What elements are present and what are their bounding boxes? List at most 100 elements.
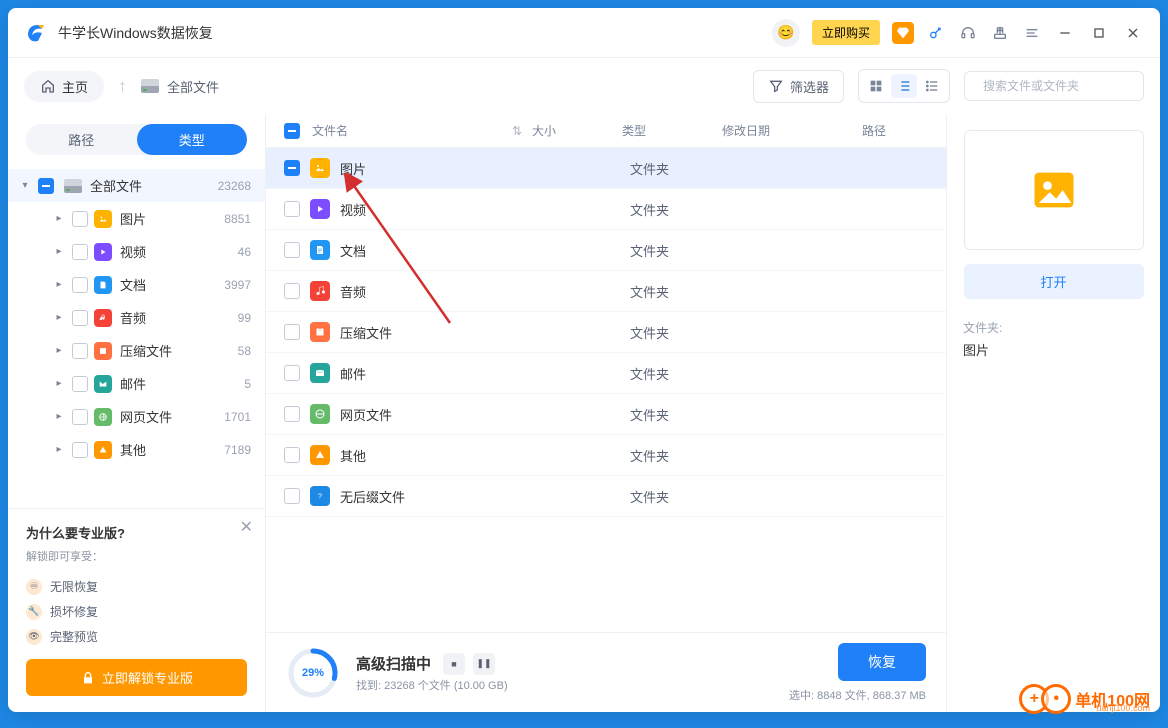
selection-summary: 选中: 8848 文件, 868.37 MB: [789, 687, 926, 703]
col-date[interactable]: 修改日期: [722, 122, 862, 139]
checkbox[interactable]: [284, 488, 300, 504]
checkbox[interactable]: [284, 201, 300, 217]
search-box[interactable]: [964, 71, 1144, 101]
audio-icon: [310, 281, 330, 301]
checkbox[interactable]: [284, 242, 300, 258]
scan-status-sub: 找到: 23268 个文件 (10.00 GB): [356, 677, 508, 693]
up-button[interactable]: ↑: [118, 76, 127, 97]
scan-footer: 29% 高级扫描中 ■ ❚❚ 找到: 23268 个文件 (10.00 GB) …: [266, 632, 946, 712]
tree-item-audio[interactable]: ▸音频99: [8, 301, 265, 334]
table-row[interactable]: 视频文件夹: [266, 189, 946, 230]
preview-meta-label: 文件夹:: [963, 319, 1002, 336]
share-icon[interactable]: [990, 23, 1010, 43]
checkbox[interactable]: [284, 447, 300, 463]
view-detail-button[interactable]: [919, 74, 945, 98]
audio-icon: [94, 309, 112, 327]
promo-close-button[interactable]: ✕: [240, 517, 253, 537]
tree-item-other[interactable]: ▸其他7189: [8, 433, 265, 466]
table-row[interactable]: 邮件文件夹: [266, 353, 946, 394]
maximize-button[interactable]: [1088, 22, 1110, 44]
col-name[interactable]: 文件名: [312, 122, 348, 139]
titlebar: 牛学长Windows数据恢复 😊 立即购买: [8, 8, 1160, 58]
table-row[interactable]: 音频文件夹: [266, 271, 946, 312]
tree-item-video[interactable]: ▸视频46: [8, 235, 265, 268]
scan-status-title: 高级扫描中: [356, 653, 431, 674]
checkbox[interactable]: [38, 178, 54, 194]
table-row[interactable]: 压缩文件文件夹: [266, 312, 946, 353]
menu-icon[interactable]: [1022, 23, 1042, 43]
recover-button[interactable]: 恢复: [838, 643, 926, 681]
tree-item-document[interactable]: ▸文档3997: [8, 268, 265, 301]
col-type[interactable]: 类型: [622, 122, 722, 139]
select-all-checkbox[interactable]: [284, 123, 300, 139]
caret-down-icon[interactable]: ▾: [18, 180, 32, 191]
svg-text:?: ?: [318, 494, 322, 501]
checkbox[interactable]: [72, 376, 88, 392]
assistant-icon[interactable]: 😊: [772, 19, 800, 47]
tree-item-archive[interactable]: ▸压缩文件58: [8, 334, 265, 367]
table-row[interactable]: 文档文件夹: [266, 230, 946, 271]
checkbox[interactable]: [72, 277, 88, 293]
scan-stop-button[interactable]: ■: [443, 653, 465, 675]
unknown-icon: ?: [310, 486, 330, 506]
key-icon[interactable]: [926, 23, 946, 43]
tree-root-all-files[interactable]: ▾ 全部文件 23268: [8, 169, 265, 202]
image-icon: [310, 158, 330, 178]
filter-button[interactable]: 筛选器: [753, 70, 844, 103]
view-grid-button[interactable]: [863, 74, 889, 98]
open-button[interactable]: 打开: [964, 264, 1144, 299]
image-icon: [94, 210, 112, 228]
sidebar: 路径 类型 ▾ 全部文件 23268 ▸图片8851 ▸视频46 ▸文档3997…: [8, 114, 266, 712]
tab-type[interactable]: 类型: [137, 124, 248, 155]
tab-path[interactable]: 路径: [26, 124, 137, 155]
progress-ring: 29%: [286, 646, 340, 700]
promo-feature: ♾无限恢复: [26, 574, 247, 599]
video-icon: [310, 199, 330, 219]
headset-icon[interactable]: [958, 23, 978, 43]
table-row[interactable]: 其他文件夹: [266, 435, 946, 476]
checkbox[interactable]: [284, 160, 300, 176]
preview-meta-value: 图片: [963, 340, 989, 359]
app-title: 牛学长Windows数据恢复: [58, 23, 772, 43]
minimize-button[interactable]: [1054, 22, 1076, 44]
search-input[interactable]: [983, 79, 1138, 93]
scan-pause-button[interactable]: ❚❚: [473, 653, 495, 675]
caret-right-icon[interactable]: ▸: [52, 213, 66, 224]
close-button[interactable]: [1122, 22, 1144, 44]
drive-icon: [141, 79, 159, 93]
checkbox[interactable]: [72, 310, 88, 326]
checkbox[interactable]: [284, 365, 300, 381]
drive-icon: [64, 179, 82, 193]
sort-icon[interactable]: ⇅: [512, 124, 522, 138]
table-row[interactable]: 图片文件夹: [266, 148, 946, 189]
breadcrumb[interactable]: 全部文件: [141, 77, 219, 96]
checkbox[interactable]: [72, 211, 88, 227]
home-button[interactable]: 主页: [24, 71, 104, 102]
checkbox[interactable]: [72, 343, 88, 359]
tree-item-images[interactable]: ▸图片8851: [8, 202, 265, 235]
view-list-button[interactable]: [891, 74, 917, 98]
promo-title: 为什么要专业版?: [26, 523, 247, 542]
premium-badge-icon[interactable]: [892, 22, 914, 44]
table-row[interactable]: ?无后缀文件文件夹: [266, 476, 946, 517]
col-path[interactable]: 路径: [862, 122, 928, 139]
checkbox[interactable]: [284, 324, 300, 340]
video-icon: [94, 243, 112, 261]
checkbox[interactable]: [284, 283, 300, 299]
checkbox[interactable]: [72, 442, 88, 458]
buy-now-button[interactable]: 立即购买: [812, 20, 880, 45]
app-logo-icon: [24, 21, 48, 45]
app-window: 牛学长Windows数据恢复 😊 立即购买 主页 ↑ 全部文件 筛选器: [8, 8, 1160, 712]
tree-item-mail[interactable]: ▸邮件5: [8, 367, 265, 400]
checkbox[interactable]: [72, 409, 88, 425]
table-row[interactable]: 网页文件文件夹: [266, 394, 946, 435]
file-list-panel: 文件名 ⇅ 大小 类型 修改日期 路径 图片文件夹 视频文件夹 文档文件夹 音频文…: [266, 114, 946, 712]
col-size[interactable]: 大小: [532, 122, 622, 139]
lock-icon: [80, 670, 96, 686]
document-icon: [94, 276, 112, 294]
checkbox[interactable]: [284, 406, 300, 422]
checkbox[interactable]: [72, 244, 88, 260]
toolbar: 主页 ↑ 全部文件 筛选器: [8, 58, 1160, 114]
tree-item-webpage[interactable]: ▸网页文件1701: [8, 400, 265, 433]
unlock-pro-button[interactable]: 立即解锁专业版: [26, 659, 247, 696]
